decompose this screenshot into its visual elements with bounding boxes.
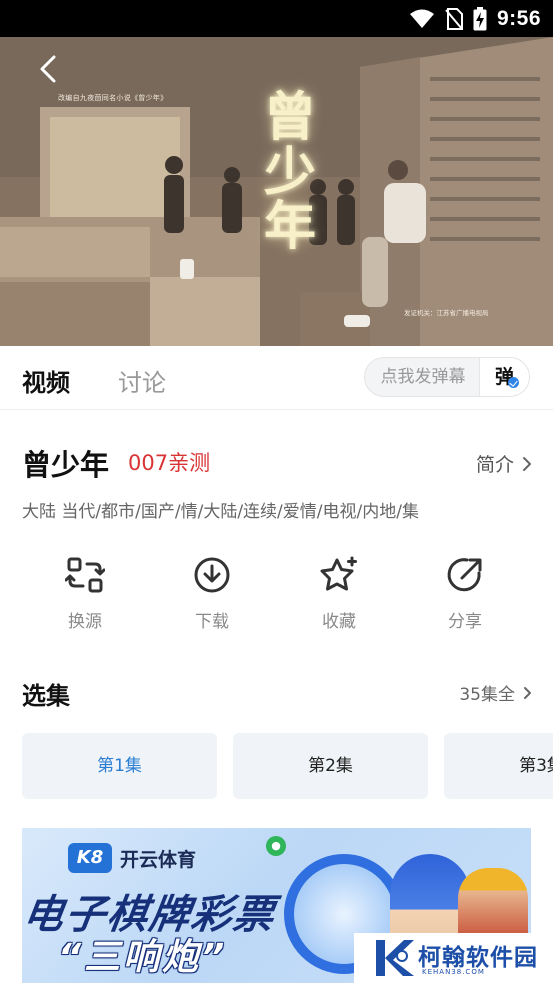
star-icon: [320, 556, 357, 591]
video-player[interactable]: 改编自九夜茴同名小说《曾少年》 曾 少 年 发证机关：江苏省广播电视局: [0, 37, 553, 346]
ad-logo-mark: K8: [68, 843, 112, 873]
show-title: 曾少年: [22, 448, 110, 482]
chevron-right-icon: [524, 686, 531, 699]
video-caption-bottom: 发证机关：江苏省广播电视局: [404, 309, 489, 317]
status-bar: 9:56: [0, 0, 553, 37]
action-label: 收藏: [322, 612, 356, 632]
video-caption-top: 改编自九夜茴同名小说《曾少年》: [58, 94, 168, 102]
action-bar: 换源 下载 收藏 分享: [0, 555, 553, 635]
danmaku-input[interactable]: 点我发弹幕: [365, 358, 481, 396]
download-button[interactable]: 下载: [172, 555, 252, 632]
watermark-logo-icon: [376, 940, 414, 976]
battery-charging-icon: [473, 6, 487, 30]
episodes-title: 选集: [22, 682, 70, 710]
content-tabs: 视频 讨论 点我发弹幕 弹: [0, 346, 553, 410]
back-chevron-icon[interactable]: [32, 51, 68, 87]
episode-item[interactable]: 第3集: [444, 733, 553, 799]
title-art-char: 年: [263, 196, 316, 258]
video-title-art: 曾 少 年: [250, 87, 330, 258]
site-watermark: 柯翰软件园 KEHAN38.COM: [354, 933, 553, 983]
title-art-char: 曾: [263, 87, 316, 148]
show-title-row: 曾少年 007亲测 简介: [22, 442, 532, 482]
intro-link[interactable]: 简介: [476, 450, 532, 477]
action-label: 分享: [448, 612, 482, 632]
episodes-header: 选集 35集全: [22, 676, 532, 710]
episode-list[interactable]: 第1集 第2集 第3集: [22, 733, 553, 799]
watermark-name: 柯翰软件园: [418, 945, 538, 971]
wifi-icon: [409, 9, 434, 28]
all-episodes-link[interactable]: 35集全: [459, 680, 532, 705]
show-badge: 007亲测: [128, 451, 211, 475]
title-art-char: 少: [263, 141, 316, 203]
check-badge-icon: [508, 377, 519, 388]
watermark-url: KEHAN38.COM: [422, 968, 485, 976]
switch-source-icon: [65, 557, 105, 593]
status-time: 9:56: [496, 6, 541, 30]
action-label: 换源: [68, 612, 102, 632]
all-episodes-label: 35集全: [459, 685, 515, 705]
danmaku-box: 点我发弹幕 弹: [364, 357, 530, 397]
favorite-button[interactable]: 收藏: [299, 555, 379, 632]
episode-item[interactable]: 第1集: [22, 733, 217, 799]
tab-video[interactable]: 视频: [22, 363, 70, 398]
danmaku-toggle-button[interactable]: 弹: [479, 358, 529, 396]
switch-source-button[interactable]: 换源: [45, 555, 125, 632]
ad-subheadline: “三响炮”: [58, 937, 228, 978]
chevron-right-icon: [523, 456, 531, 471]
action-label: 下载: [195, 612, 229, 632]
no-sim-icon: [445, 7, 463, 30]
ad-logo: K8 开云体育: [68, 843, 196, 873]
show-tags: 大陆 当代/都市/国产/情/大陆/连续/爱情/电视/内地/集: [22, 502, 419, 522]
share-button[interactable]: 分享: [425, 555, 505, 632]
lottery-ball-icon: ●: [266, 836, 286, 856]
episode-item[interactable]: 第2集: [233, 733, 428, 799]
ad-logo-text: 开云体育: [120, 848, 197, 871]
download-icon: [194, 557, 230, 593]
status-icons: 9:56: [409, 0, 541, 37]
share-icon: [447, 558, 482, 592]
intro-label: 简介: [475, 454, 514, 476]
tab-discussion[interactable]: 讨论: [118, 363, 166, 398]
